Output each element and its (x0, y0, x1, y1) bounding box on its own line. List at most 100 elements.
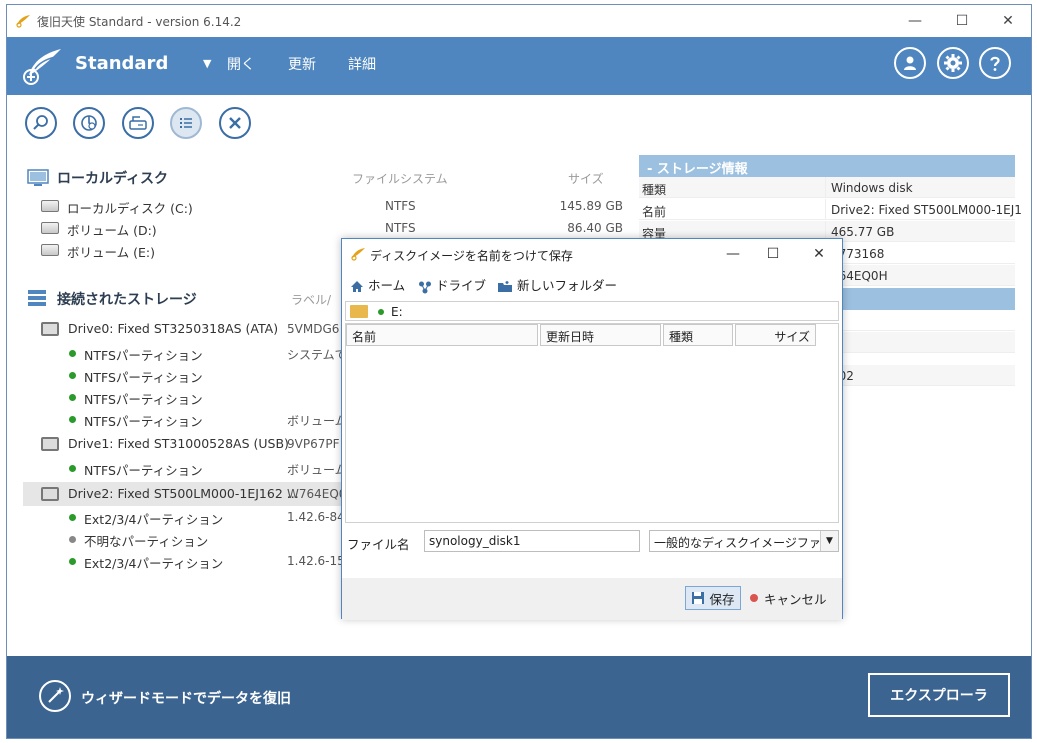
dialog-close-button[interactable]: ✕ (804, 244, 834, 264)
partition-extra: ボリューム (287, 463, 347, 477)
wizard-wand-icon[interactable] (39, 680, 71, 712)
status-dot (69, 350, 76, 357)
col-modified[interactable]: 更新日時 (540, 324, 661, 346)
disk-fs: NTFS (385, 199, 416, 213)
info-row: 名前 Drive2: Fixed ST500LM000-1EJ1 (639, 199, 1022, 220)
maximize-button[interactable]: ☐ (947, 11, 977, 31)
menu-open[interactable]: 開く (227, 54, 255, 74)
drive-label: Drive1: Fixed ST31000528AS (USB) (68, 436, 289, 451)
partition-scan-button[interactable] (73, 107, 105, 139)
drive-icon (41, 322, 59, 336)
info-value: Drive2: Fixed ST500LM000-1EJ1 (831, 203, 1022, 217)
dialog-title: ディスクイメージを名前をつけて保存 (370, 249, 573, 263)
gear-icon (944, 54, 962, 72)
col-filesystem: ファイルシステム (352, 172, 448, 186)
disk-label: ボリューム (E:) (67, 245, 155, 260)
local-disk-c[interactable]: ローカルディスク (C:) NTFS 145.89 GB (23, 195, 643, 217)
col-name[interactable]: 名前 (346, 324, 538, 346)
disk-label: ローカルディスク (C:) (67, 201, 193, 216)
minimize-button[interactable]: — (900, 11, 930, 31)
col-label: ラベル/ (291, 293, 332, 307)
settings-button[interactable] (937, 47, 969, 79)
partition-label: NTFSパーティション (84, 348, 203, 363)
home-icon (351, 281, 363, 292)
status-dot (69, 536, 76, 543)
status-dot (69, 372, 76, 379)
nav-new-folder[interactable]: 新しいフォルダー (497, 275, 617, 295)
partition-label: NTFSパーティション (84, 370, 203, 385)
magic-wand-icon (48, 687, 64, 703)
divider (825, 199, 826, 220)
partition-extra: ボリューム (287, 414, 347, 428)
path-bar[interactable]: E: (345, 301, 839, 321)
pie-chart-icon (81, 115, 97, 131)
menu-details[interactable]: 詳細 (348, 54, 376, 74)
bottom-bar: ウィザードモードでデータを復旧 エクスプローラ (7, 656, 1031, 738)
cancel-button[interactable]: キャンセル (750, 586, 827, 610)
partition-extra: 1.42.6-84 (287, 510, 345, 524)
status-dot (378, 309, 384, 315)
hdd-icon (41, 200, 59, 212)
drive-label: Drive0: Fixed ST3250318AS (ATA) (68, 321, 279, 336)
list-view-button[interactable] (170, 107, 202, 139)
status-dot (69, 514, 76, 521)
hdd-icon (41, 222, 59, 234)
connected-storage-title: 接続されたストレージ (57, 292, 197, 308)
dropdown-arrow-icon[interactable]: ▼ (203, 57, 211, 70)
status-dot (69, 416, 76, 423)
folder-icon (350, 305, 368, 318)
drive-serial: 9VP67PF (287, 437, 340, 451)
nav-drive[interactable]: ドライブ (418, 275, 486, 295)
disk-size: 145.89 GB (559, 199, 623, 213)
info-key: 種類 (642, 183, 667, 197)
nav-home-label: ホーム (368, 278, 406, 293)
drive-network-icon (419, 281, 431, 293)
cancel-label: キャンセル (764, 591, 827, 607)
filename-label: ファイル名 (347, 537, 410, 552)
file-list[interactable]: 名前 更新日時 種類 サイズ (345, 323, 839, 523)
monitor-icon (27, 169, 49, 186)
wizard-mode-link[interactable]: ウィザードモードでデータを復旧 (81, 688, 291, 708)
app-logo-icon (23, 49, 61, 85)
storage-stack-icon (28, 290, 46, 306)
main-toolbar: Standard ▼ 開く 更新 詳細 (7, 37, 1031, 95)
save-disk-image-dialog: ディスクイメージを名前をつけて保存 — ☐ ✕ ホーム ドライブ 新しいフォルダ… (341, 238, 843, 620)
storage-info-header[interactable]: - ストレージ情報 (639, 155, 1015, 177)
explorer-button[interactable]: エクスプローラ (868, 673, 1010, 717)
info-key: 名前 (642, 205, 667, 219)
local-disk-d[interactable]: ボリューム (D:) NTFS 86.40 GB (23, 217, 643, 239)
dialog-minimize-button[interactable]: — (718, 244, 748, 264)
save-button[interactable]: 保存 (685, 586, 741, 610)
floppy-save-icon (692, 592, 705, 604)
disk-size: 86.40 GB (567, 221, 623, 235)
title-bar: 復旧天使 Standard - version 6.14.2 — ☐ ✕ (7, 5, 1031, 37)
filename-input[interactable]: synology_disk1 (424, 530, 640, 552)
col-type[interactable]: 種類 (663, 324, 733, 346)
nav-home[interactable]: ホーム (350, 275, 405, 295)
new-folder-icon (498, 281, 512, 292)
dialog-maximize-button[interactable]: ☐ (758, 244, 788, 264)
partition-extra: システムで (287, 348, 347, 362)
nav-drive-label: ドライブ (436, 278, 487, 293)
chevron-down-icon[interactable]: ▼ (820, 531, 838, 551)
partition-label: NTFSパーティション (84, 392, 203, 407)
dialog-title-bar: ディスクイメージを名前をつけて保存 — ☐ ✕ (342, 239, 842, 269)
cancel-dot-icon (750, 594, 758, 602)
disk-image-icon (129, 116, 147, 130)
divider (825, 177, 826, 198)
info-value: 465.77 GB (831, 225, 895, 239)
close-button[interactable]: ✕ (993, 11, 1023, 31)
status-dot (69, 394, 76, 401)
drive-icon (41, 437, 59, 451)
user-icon (904, 56, 916, 70)
menu-refresh[interactable]: 更新 (288, 54, 316, 74)
account-button[interactable] (894, 47, 926, 79)
cancel-scan-button[interactable] (219, 107, 251, 139)
info-row: 種類 Windows disk (639, 177, 1015, 198)
filetype-select[interactable]: 一般的なディスクイメージファ ▼ (649, 530, 839, 552)
help-button[interactable] (979, 47, 1011, 79)
col-size: サイズ (568, 172, 604, 186)
col-size[interactable]: サイズ (735, 324, 816, 346)
search-button[interactable] (25, 107, 57, 139)
disk-image-button[interactable] (122, 107, 154, 139)
